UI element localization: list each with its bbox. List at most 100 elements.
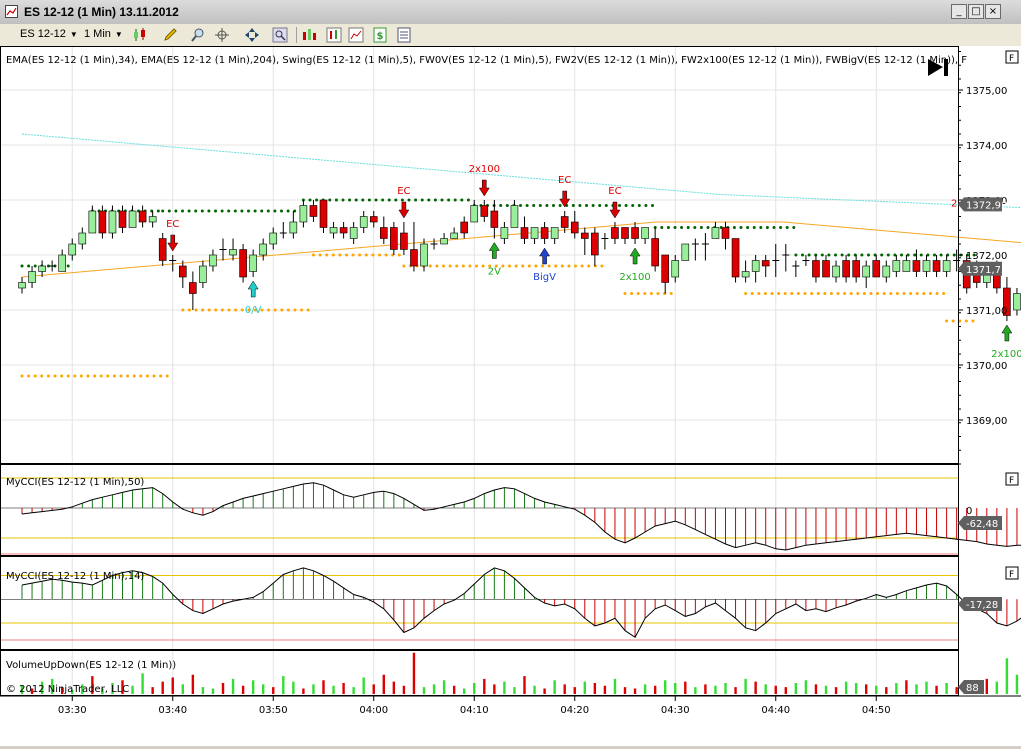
swing-high-dot <box>821 254 824 257</box>
swing-low-dot <box>294 309 297 312</box>
swing-low-dot <box>352 254 355 257</box>
swing-high-dot <box>342 199 345 202</box>
cci50-line <box>22 483 1021 550</box>
candle-body <box>230 250 237 256</box>
swing-high-dot <box>631 204 634 207</box>
swing-low-dot <box>319 254 322 257</box>
swing-high-dot <box>214 210 217 213</box>
candle-body <box>390 228 397 250</box>
swing-high-dot <box>207 210 210 213</box>
zoom-icon[interactable] <box>190 27 206 43</box>
chart-area[interactable]: EC0/VEC2x1002VBigVECEC2x1002x100 03:3003… <box>0 46 1021 746</box>
close-button[interactable]: × <box>985 4 1001 19</box>
swing-high-dot <box>467 199 470 202</box>
cci14-value-marker: -17,28 <box>958 597 1002 611</box>
volume-label: VolumeUpDown(ES 12-12 (1 Min)) <box>6 660 176 671</box>
swing-high-dot <box>401 199 404 202</box>
swing-low-dot <box>830 292 833 295</box>
volume-bar <box>895 683 897 694</box>
volume-bar <box>312 684 314 694</box>
price-tick-label: 1371,00 <box>966 306 1007 317</box>
candle-body <box>511 206 518 228</box>
pencil-icon[interactable] <box>162 27 178 43</box>
cci14-label: MyCCI(ES 12-12 (1 Min),14) <box>6 571 144 582</box>
candle-body <box>672 261 679 278</box>
swing-high-dot <box>674 226 677 229</box>
properties-icon[interactable] <box>396 27 412 43</box>
instrument-selector[interactable]: ES 12-12▼ <box>16 26 82 43</box>
swing-low-dot <box>777 292 780 295</box>
swing-low-dot <box>462 265 465 268</box>
candle-body <box>481 206 488 217</box>
time-tick-label: 04:40 <box>761 705 790 716</box>
volume-bar <box>634 689 636 695</box>
move-icon[interactable] <box>244 27 260 43</box>
swing-low-dot <box>863 292 866 295</box>
volume-bar <box>192 675 194 694</box>
volume-bar <box>935 686 937 694</box>
volume-bar <box>915 684 917 694</box>
swing-low-dot <box>936 292 939 295</box>
swing-low-dot <box>896 292 899 295</box>
candle-body <box>491 211 498 228</box>
swing-high-dot <box>841 254 844 257</box>
swing-high-dot <box>740 226 743 229</box>
swing-low-dot <box>876 292 879 295</box>
swing-low-dot <box>650 292 653 295</box>
swing-high-dot <box>545 204 548 207</box>
swing-high-dot <box>260 210 263 213</box>
swing-low-dot <box>228 309 231 312</box>
swing-high-dot <box>388 199 391 202</box>
swing-low-dot <box>358 254 361 257</box>
swing-high-dot <box>585 204 588 207</box>
candle-body <box>139 211 146 222</box>
swing-high-dot <box>375 199 378 202</box>
volume-bar <box>413 653 415 694</box>
swing-low-dot <box>21 375 24 378</box>
maximize-button[interactable]: □ <box>968 4 984 19</box>
candle-body <box>581 233 588 239</box>
swing-high-dot <box>572 204 575 207</box>
candle-body <box>89 211 96 233</box>
candle-body <box>380 228 387 239</box>
candle-body <box>732 239 739 278</box>
crosshair-icon[interactable] <box>214 27 230 43</box>
swing-low-dot <box>883 292 886 295</box>
instrument-label: ES 12-12 <box>20 28 66 40</box>
swing-low-dot <box>332 254 335 257</box>
swing-low-dot <box>195 309 198 312</box>
candle-body <box>903 261 910 272</box>
chart-style-icon[interactable] <box>348 27 364 43</box>
swing-low-dot <box>643 292 646 295</box>
swing-low-dot <box>624 292 627 295</box>
search-icon[interactable] <box>272 27 288 43</box>
swing-low-dot <box>60 375 63 378</box>
swing-high-dot <box>644 204 647 207</box>
volume-bar <box>141 673 143 694</box>
swing-low-dot <box>54 375 57 378</box>
swing-high-dot <box>287 210 290 213</box>
time-tick-label: 04:10 <box>460 705 489 716</box>
swing-low-dot <box>133 375 136 378</box>
cci14-plot <box>0 568 1021 640</box>
indicator-icon[interactable] <box>302 27 318 43</box>
swing-low-dot <box>581 265 584 268</box>
swing-high-dot <box>355 199 358 202</box>
minimize-button[interactable]: _ <box>951 4 967 19</box>
swing-low-dot <box>345 254 348 257</box>
price-f-badge: F <box>1009 54 1014 64</box>
cci14-f-badge: F <box>1009 570 1014 580</box>
chart-canvas[interactable]: EC0/VEC2x1002VBigVECEC2x1002x100 03:3003… <box>0 46 1021 746</box>
candle-body <box>501 228 508 239</box>
swing-high-dot <box>408 199 411 202</box>
strategy-icon[interactable] <box>326 27 342 43</box>
swing-low-dot <box>208 309 211 312</box>
dollar-icon[interactable]: $ <box>372 27 388 43</box>
swing-low-dot <box>402 265 405 268</box>
swing-low-dot <box>657 292 660 295</box>
swing-high-dot <box>254 210 257 213</box>
candlestick-icon[interactable] <box>132 27 148 43</box>
candle-body <box>632 228 639 239</box>
interval-selector[interactable]: 1 Min▼ <box>80 26 130 43</box>
swing-high-dot <box>454 199 457 202</box>
